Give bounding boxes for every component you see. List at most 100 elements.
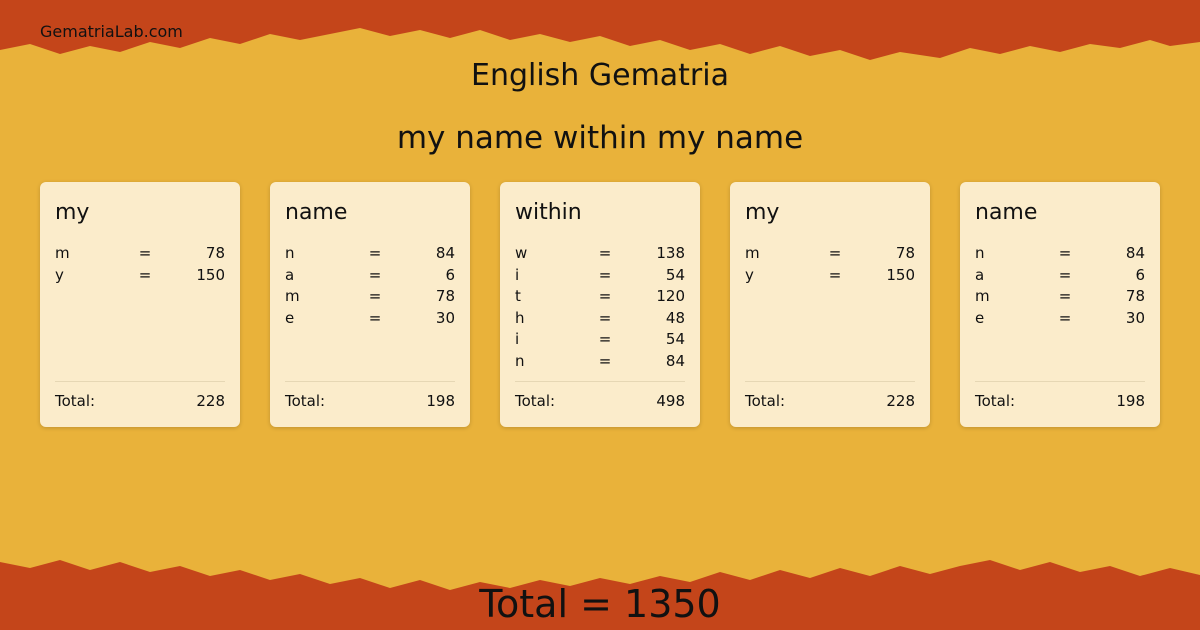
letter: a xyxy=(285,265,295,284)
card-total-value: 198 xyxy=(426,392,455,410)
letter-value: 150 xyxy=(196,265,225,284)
card-total-label: Total: xyxy=(285,392,326,410)
letter-row: n = 84 xyxy=(285,244,455,266)
letter-row: e = 30 xyxy=(285,309,455,331)
equals-sign: = xyxy=(598,265,612,284)
letter-row: m = 78 xyxy=(55,244,225,266)
letter-value: 150 xyxy=(886,265,915,284)
letter: e xyxy=(975,308,985,327)
equals-sign: = xyxy=(828,265,842,284)
card-total-value: 228 xyxy=(886,392,915,410)
word-card: my m = 78 y = 150 Total: 228 xyxy=(40,182,240,427)
letter: n xyxy=(515,351,525,370)
letter-row: w = 138 xyxy=(515,244,685,266)
letter-rows: w = 138 i = 54 t = 120 h = 48 i = 54 n = 84 xyxy=(515,244,685,374)
letter-row: h = 48 xyxy=(515,309,685,331)
letter-row: m = 78 xyxy=(285,287,455,309)
letter: h xyxy=(515,308,525,327)
card-word: within xyxy=(515,200,582,225)
card-word: name xyxy=(975,200,1038,225)
equals-sign: = xyxy=(1058,308,1072,327)
site-logo-text: GematriaLab.com xyxy=(40,22,183,41)
letter-rows: m = 78 y = 150 xyxy=(55,244,225,287)
letter-row: m = 78 xyxy=(975,287,1145,309)
card-total-row: Total: 198 xyxy=(285,392,455,410)
letter-row: m = 78 xyxy=(745,244,915,266)
card-total-row: Total: 198 xyxy=(975,392,1145,410)
word-card: my m = 78 y = 150 Total: 228 xyxy=(730,182,930,427)
equals-sign: = xyxy=(368,244,382,262)
word-card: name n = 84 a = 6 m = 78 e = 30 Total: 198 xyxy=(960,182,1160,427)
letter-rows: n = 84 a = 6 m = 78 e = 30 xyxy=(285,244,455,330)
letter-value: 78 xyxy=(435,287,455,306)
card-total-label: Total: xyxy=(745,392,786,410)
card-divider xyxy=(55,381,225,382)
word-cards: my m = 78 y = 150 Total: 228 name n = 84 a = 6 m = 78 e = 30 T… xyxy=(40,182,1160,427)
grand-total: Total = 1350 xyxy=(479,582,721,626)
letter-value: 84 xyxy=(1125,244,1145,262)
letter: a xyxy=(975,265,985,284)
letter: t xyxy=(515,287,521,306)
card-word: my xyxy=(745,200,780,225)
letter: y xyxy=(745,265,754,284)
card-total-label: Total: xyxy=(55,392,96,410)
letter: y xyxy=(55,265,64,284)
card-word: my xyxy=(55,200,90,225)
card-total-row: Total: 498 xyxy=(515,392,685,410)
letter: m xyxy=(745,244,760,262)
card-total-value: 498 xyxy=(656,392,685,410)
letter: e xyxy=(285,308,295,327)
card-total-label: Total: xyxy=(975,392,1016,410)
equals-sign: = xyxy=(368,265,382,284)
letter-value: 54 xyxy=(665,330,685,349)
equals-sign: = xyxy=(1058,265,1072,284)
letter: w xyxy=(515,244,528,262)
word-card: name n = 84 a = 6 m = 78 e = 30 Total: 198 xyxy=(270,182,470,427)
equals-sign: = xyxy=(138,265,152,284)
letter-row: a = 6 xyxy=(975,266,1145,288)
letter-row: i = 54 xyxy=(515,330,685,352)
card-divider xyxy=(745,381,915,382)
equals-sign: = xyxy=(598,351,612,370)
letter: m xyxy=(285,287,300,306)
equals-sign: = xyxy=(1058,287,1072,306)
equals-sign: = xyxy=(368,308,382,327)
card-total-label: Total: xyxy=(515,392,556,410)
letter-value: 120 xyxy=(656,287,685,306)
letter-value: 78 xyxy=(1125,287,1145,306)
letter-value: 138 xyxy=(656,244,685,262)
phrase-heading: my name within my name xyxy=(396,120,804,156)
card-divider xyxy=(285,381,455,382)
letter: i xyxy=(515,265,520,284)
letter: n xyxy=(285,244,295,262)
letter-value: 6 xyxy=(445,265,455,284)
letter-row: e = 30 xyxy=(975,309,1145,331)
letter-value: 6 xyxy=(1135,265,1145,284)
equals-sign: = xyxy=(828,244,842,262)
letter: i xyxy=(515,330,520,349)
word-card: within w = 138 i = 54 t = 120 h = 48 i = 54 n = 84 Total: 49… xyxy=(500,182,700,427)
letter: m xyxy=(975,287,990,306)
letter-value: 48 xyxy=(665,308,685,327)
letter-value: 30 xyxy=(435,308,455,327)
letter-value: 54 xyxy=(665,265,685,284)
letter-value: 84 xyxy=(435,244,455,262)
letter-value: 30 xyxy=(1125,308,1145,327)
equals-sign: = xyxy=(598,244,612,262)
equals-sign: = xyxy=(138,244,152,262)
card-divider xyxy=(975,381,1145,382)
letter-value: 78 xyxy=(205,244,225,262)
letter-row: i = 54 xyxy=(515,266,685,288)
card-word: name xyxy=(285,200,348,225)
equals-sign: = xyxy=(1058,244,1072,262)
card-total-row: Total: 228 xyxy=(745,392,915,410)
equals-sign: = xyxy=(598,287,612,306)
letter: n xyxy=(975,244,985,262)
equals-sign: = xyxy=(368,287,382,306)
letter: m xyxy=(55,244,70,262)
card-total-row: Total: 228 xyxy=(55,392,225,410)
card-total-value: 198 xyxy=(1116,392,1145,410)
letter-row: n = 84 xyxy=(515,352,685,374)
card-divider xyxy=(515,381,685,382)
letter-row: y = 150 xyxy=(55,266,225,288)
